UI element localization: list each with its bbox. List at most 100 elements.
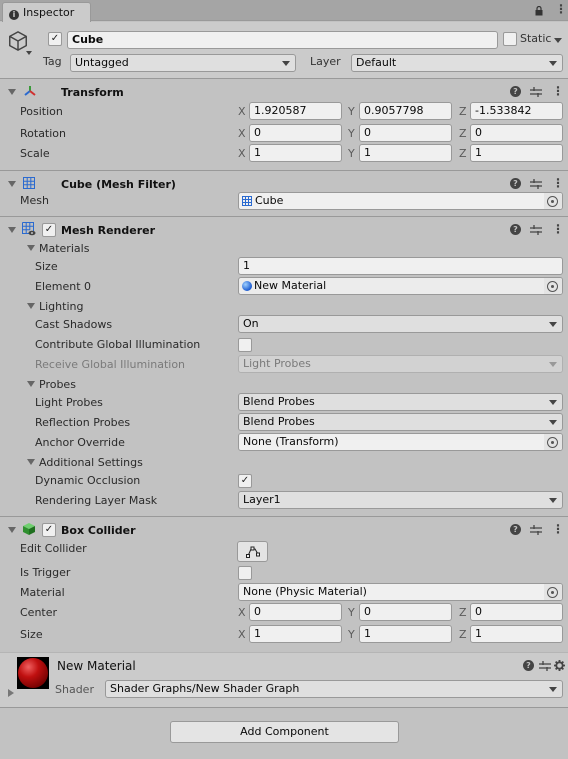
dynamic-occlusion-checkbox[interactable]: ✓: [238, 474, 252, 488]
center-x-label[interactable]: X: [238, 606, 246, 619]
kebab-menu-icon[interactable]: ⋮: [555, 3, 567, 15]
rotation-x-field[interactable]: 0: [249, 124, 342, 142]
size-z-label[interactable]: Z: [459, 628, 467, 641]
center-y-label[interactable]: Y: [348, 606, 355, 619]
presets-icon[interactable]: [530, 525, 542, 535]
object-picker-icon[interactable]: [547, 196, 558, 207]
rotation-y-label[interactable]: Y: [348, 127, 355, 140]
materials-label[interactable]: Materials: [39, 242, 89, 255]
reflection-probes-dropdown[interactable]: Blend Probes: [238, 413, 563, 431]
gameobject-cube-icon[interactable]: [7, 30, 29, 52]
contribute-gi-label: Contribute Global Illumination: [35, 338, 201, 351]
presets-icon[interactable]: [530, 179, 542, 189]
edit-collider-button[interactable]: [237, 541, 268, 562]
element0-label: Element 0: [35, 280, 92, 293]
contribute-gi-checkbox[interactable]: [238, 338, 252, 352]
chevron-down-icon: [549, 362, 557, 367]
icon-dropdown-arrow[interactable]: [26, 51, 32, 55]
additional-settings-label[interactable]: Additional Settings: [39, 456, 143, 469]
object-picker-icon[interactable]: [547, 587, 558, 598]
center-z-field[interactable]: 0: [470, 603, 563, 621]
help-icon[interactable]: ?: [523, 660, 534, 671]
materials-foldout[interactable]: [27, 245, 35, 251]
anchor-override-object-field[interactable]: None (Transform): [238, 433, 563, 451]
layer-dropdown[interactable]: Default: [351, 54, 563, 72]
center-x-field[interactable]: 0: [249, 603, 342, 621]
tab-inspector[interactable]: i Inspector: [2, 2, 91, 22]
cast-shadows-dropdown[interactable]: On: [238, 315, 563, 333]
collider-material-object-field[interactable]: None (Physic Material): [238, 583, 563, 601]
position-z-label[interactable]: Z: [459, 105, 467, 118]
rotation-z-field[interactable]: 0: [470, 124, 563, 142]
help-icon[interactable]: ?: [510, 86, 521, 97]
presets-icon[interactable]: [539, 661, 551, 671]
scale-z-label[interactable]: Z: [459, 147, 467, 160]
static-label[interactable]: Static: [520, 32, 551, 45]
component-menu-icon[interactable]: ⋮: [552, 223, 564, 235]
rendering-layer-mask-dropdown[interactable]: Layer1: [238, 491, 563, 509]
material-foldout[interactable]: [8, 689, 14, 697]
center-y-field[interactable]: 0: [359, 603, 452, 621]
mesh-object-field[interactable]: Cube: [238, 192, 563, 210]
mesh-filter-foldout[interactable]: [8, 181, 16, 187]
additional-settings-foldout[interactable]: [27, 459, 35, 465]
mesh-renderer-foldout[interactable]: [8, 227, 16, 233]
position-y-field[interactable]: 0.9057798: [359, 102, 452, 120]
transform-foldout[interactable]: [8, 89, 16, 95]
presets-icon[interactable]: [530, 87, 542, 97]
materials-size-field[interactable]: 1: [238, 257, 563, 275]
component-menu-icon[interactable]: ⋮: [552, 177, 564, 189]
scale-x-field[interactable]: 1: [249, 144, 342, 162]
gameobject-active-toggle[interactable]: ✓: [48, 32, 62, 46]
transform-title[interactable]: Transform: [61, 86, 124, 99]
shader-dropdown[interactable]: Shader Graphs/New Shader Graph: [105, 680, 563, 698]
gear-icon[interactable]: [554, 660, 565, 671]
component-menu-icon[interactable]: ⋮: [552, 523, 564, 535]
mesh-filter-title[interactable]: Cube (Mesh Filter): [61, 178, 176, 191]
scale-z-field[interactable]: 1: [470, 144, 563, 162]
object-picker-icon[interactable]: [547, 281, 558, 292]
chevron-down-icon: [282, 61, 290, 66]
size-y-label[interactable]: Y: [348, 628, 355, 641]
static-checkbox[interactable]: [503, 32, 517, 46]
is-trigger-checkbox[interactable]: [238, 566, 252, 580]
light-probes-dropdown[interactable]: Blend Probes: [238, 393, 563, 411]
box-collider-foldout[interactable]: [8, 527, 16, 533]
gameobject-name-field[interactable]: Cube: [67, 31, 498, 49]
position-x-field[interactable]: 1.920587: [249, 102, 342, 120]
position-z-field[interactable]: -1.533842: [470, 102, 563, 120]
rotation-x-label[interactable]: X: [238, 127, 246, 140]
mesh-renderer-enabled-toggle[interactable]: ✓: [42, 223, 56, 237]
mesh-renderer-title[interactable]: Mesh Renderer: [61, 224, 155, 237]
box-collider-enabled-toggle[interactable]: ✓: [42, 523, 56, 537]
position-x-label[interactable]: X: [238, 105, 246, 118]
scale-y-label[interactable]: Y: [348, 147, 355, 160]
element0-object-field[interactable]: New Material: [238, 277, 563, 295]
lock-icon[interactable]: [535, 6, 543, 16]
rotation-z-label[interactable]: Z: [459, 127, 467, 140]
presets-icon[interactable]: [530, 225, 542, 235]
rotation-y-field[interactable]: 0: [359, 124, 452, 142]
size-z-field[interactable]: 1: [470, 625, 563, 643]
size-y-field[interactable]: 1: [359, 625, 452, 643]
help-icon[interactable]: ?: [510, 224, 521, 235]
tag-dropdown[interactable]: Untagged: [70, 54, 296, 72]
rendering-layer-mask-label: Rendering Layer Mask: [35, 494, 158, 507]
component-menu-icon[interactable]: ⋮: [552, 85, 564, 97]
probes-label[interactable]: Probes: [39, 378, 76, 391]
add-component-button[interactable]: Add Component: [170, 721, 399, 743]
object-picker-icon[interactable]: [547, 437, 558, 448]
box-collider-title[interactable]: Box Collider: [61, 524, 136, 537]
size-x-field[interactable]: 1: [249, 625, 342, 643]
center-z-label[interactable]: Z: [459, 606, 467, 619]
help-icon[interactable]: ?: [510, 178, 521, 189]
scale-x-label[interactable]: X: [238, 147, 246, 160]
static-dropdown-arrow[interactable]: [554, 38, 562, 43]
size-x-label[interactable]: X: [238, 628, 246, 641]
lighting-label[interactable]: Lighting: [39, 300, 83, 313]
scale-y-field[interactable]: 1: [359, 144, 452, 162]
help-icon[interactable]: ?: [510, 524, 521, 535]
probes-foldout[interactable]: [27, 381, 35, 387]
position-y-label[interactable]: Y: [348, 105, 355, 118]
lighting-foldout[interactable]: [27, 303, 35, 309]
